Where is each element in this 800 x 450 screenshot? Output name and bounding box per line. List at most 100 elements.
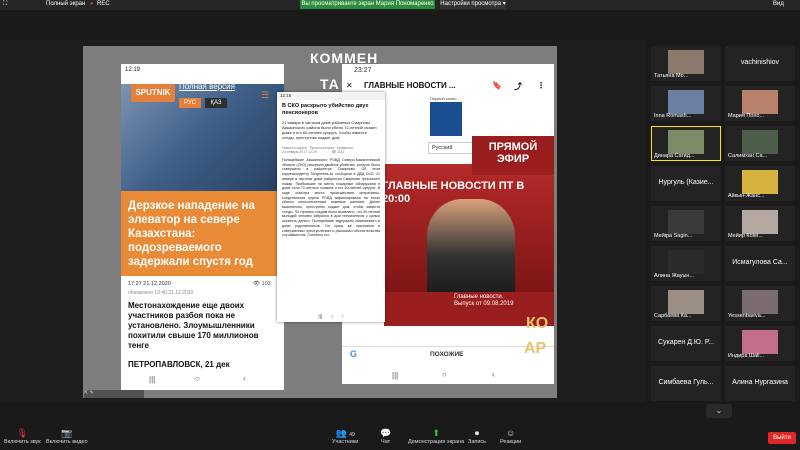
participant-tile[interactable]: Сукарен Д.Ю. Р... <box>651 326 721 361</box>
participant-tile[interactable]: Татьяна Мо... <box>651 46 721 81</box>
full-version-link[interactable]: Полная версия <box>179 82 235 91</box>
recents-icon[interactable]: ||| <box>318 314 322 320</box>
participant-name: Симбаева Гуль... <box>658 379 714 386</box>
participant-name: Yessenbaeva... <box>728 313 766 319</box>
status-time: 12:18 <box>280 93 292 98</box>
reactions-icon: ☺ <box>506 428 516 438</box>
share-screen-button[interactable]: ⬆ Демонстрация экрана <box>408 428 464 445</box>
participant-name: Исмагулова Са... <box>732 259 788 266</box>
participant-tile[interactable]: Алина Нургазина <box>725 366 795 401</box>
headline[interactable]: Дерзкое нападение на элеватор на севере … <box>128 199 278 269</box>
participant-video <box>668 50 704 74</box>
reactions-button[interactable]: ☺ Реакции <box>500 428 521 445</box>
pen-icon[interactable]: ✎ <box>90 390 94 396</box>
participant-video <box>742 90 778 114</box>
eye-icon: 👁 <box>253 281 262 287</box>
more-icon[interactable]: ⋮ <box>537 81 545 90</box>
participant-tile[interactable]: Исмагулова Са... <box>725 246 795 281</box>
sputnik-logo: SPUTNIK <box>131 84 175 102</box>
participant-tile[interactable]: vachinishiov <box>725 46 795 81</box>
share-icon[interactable]: ⤴ <box>514 81 522 92</box>
participant-tile[interactable]: Айкын-Жанс... <box>725 166 795 201</box>
participant-video <box>742 170 778 194</box>
participant-tile[interactable]: Мейир Коlei... <box>725 206 795 241</box>
rec-indicator-icon: ● <box>90 1 94 7</box>
participant-name: Нургуль (Казие... <box>658 179 714 186</box>
back-icon[interactable]: ‹ <box>243 374 246 383</box>
participant-name: Алина Жауын... <box>654 273 695 279</box>
participant-name: Сарбаева Ка... <box>654 313 692 319</box>
fullscreen-icon[interactable]: ⛶ <box>3 1 7 8</box>
dateline: ПЕТРОПАВЛОВСК, 21 дек <box>128 360 230 369</box>
status-bar: 12:18 <box>277 92 385 100</box>
participant-name: Индира Шаlі... <box>728 353 765 359</box>
participant-tile[interactable]: Динара Сагид... <box>651 126 721 161</box>
participant-tile[interactable]: Нургуль (Казие... <box>651 166 721 201</box>
view-options-button[interactable]: Настройки просмотра ▾ <box>440 0 506 9</box>
back-icon[interactable]: ‹ <box>342 314 344 320</box>
participants-button[interactable]: 👥 49 Участники <box>332 428 358 445</box>
participant-tile[interactable]: Inna Romash... <box>651 86 721 121</box>
participant-tile[interactable]: Мария Поно... <box>725 86 795 121</box>
android-nav-bar: ||| ○ ‹ <box>121 370 284 390</box>
subheadline: Местонахождение еще двоих участников раз… <box>128 301 259 350</box>
status-time: 12:19 <box>125 67 141 73</box>
participant-tile[interactable]: Индира Шаlі... <box>725 326 795 361</box>
participant-name: Inna Romash... <box>654 113 692 119</box>
participant-tile[interactable]: Мейіра Sagin... <box>651 206 721 241</box>
fullscreen-button[interactable]: Полный экран <box>46 1 85 7</box>
article-breadcrumb: Новости округа · Происшествия · Криминал… <box>282 146 354 154</box>
participant-name: Мейир Коlei... <box>728 233 763 239</box>
language-select[interactable]: Русский <box>428 142 473 154</box>
menu-icon[interactable]: ☰ <box>261 90 269 101</box>
status-bar: 12:19 <box>121 64 284 78</box>
participants-icon: 👥 49 <box>335 428 355 438</box>
record-button[interactable]: ⏺ Запись <box>468 428 486 445</box>
participant-tile[interactable]: Сарбаева Ка... <box>651 286 721 321</box>
back-icon[interactable]: ‹ <box>492 370 495 379</box>
chat-button[interactable]: 💬 Чат <box>380 428 391 445</box>
phone-article: 12:18 В СКО раскрыто убийство двух пенси… <box>277 92 385 322</box>
close-icon[interactable]: ✕ <box>346 81 353 90</box>
participant-name: vachinishiov <box>740 59 780 66</box>
annotation-controls[interactable]: ⇱ ✎ <box>84 390 144 398</box>
participant-video <box>668 250 704 274</box>
home-icon[interactable]: ○ <box>442 370 447 379</box>
participant-video <box>668 210 704 234</box>
participant-tile[interactable]: Алина Жауын... <box>651 246 721 281</box>
view-count: 👁 103 <box>253 281 271 287</box>
participants-gallery: Татьяна Мо... vachinishiov Inna Romash... М… <box>648 40 800 410</box>
gallery-scroll-down-button[interactable]: ⌄ <box>706 404 732 418</box>
participant-video <box>742 130 778 154</box>
lang-kz-button[interactable]: ҚАЗ <box>205 98 227 108</box>
home-icon[interactable]: ○ <box>331 314 334 320</box>
article-lead: 21 января в частном доме районных Смирно… <box>282 120 377 140</box>
home-icon[interactable]: ○ <box>195 374 200 383</box>
start-video-button[interactable]: 📷 Включить видео <box>46 428 88 445</box>
participant-video <box>742 290 778 314</box>
participant-name: Динара Сагид... <box>654 153 695 159</box>
camera-off-icon: 📷 <box>61 428 73 438</box>
mute-button[interactable]: 🎙 Включить звук <box>4 428 41 445</box>
participant-video <box>742 210 778 234</box>
participant-tile[interactable]: Yessenbaeva... <box>725 286 795 321</box>
leave-meeting-button[interactable]: Выйти <box>768 432 796 444</box>
participant-video <box>668 90 704 114</box>
participant-tile[interactable]: Салимхан Са... <box>725 126 795 161</box>
share-screen-icon: ⬆ <box>432 428 440 438</box>
live-button[interactable]: ПРЯМОЙ ЭФИР <box>472 136 554 175</box>
participant-tile[interactable]: Симбаева Гуль... <box>651 366 721 401</box>
slide-side-text: КО <box>526 315 549 332</box>
lang-ru-button[interactable]: РУС <box>179 98 201 108</box>
pointer-icon[interactable]: ⇱ <box>84 390 88 396</box>
news-anchor-image <box>427 199 515 292</box>
status-time: 23:27 <box>354 67 372 74</box>
view-button[interactable]: Вид <box>773 1 784 7</box>
recents-icon[interactable]: ||| <box>149 375 155 384</box>
participant-name: Татьяна Мо... <box>654 73 689 79</box>
recents-icon[interactable]: ||| <box>392 371 398 380</box>
participant-video <box>668 130 704 154</box>
participant-name: Сукарен Д.Ю. Р... <box>657 339 715 346</box>
rec-label: REC <box>97 1 110 7</box>
bookmark-icon[interactable]: 🔖 <box>492 81 502 90</box>
